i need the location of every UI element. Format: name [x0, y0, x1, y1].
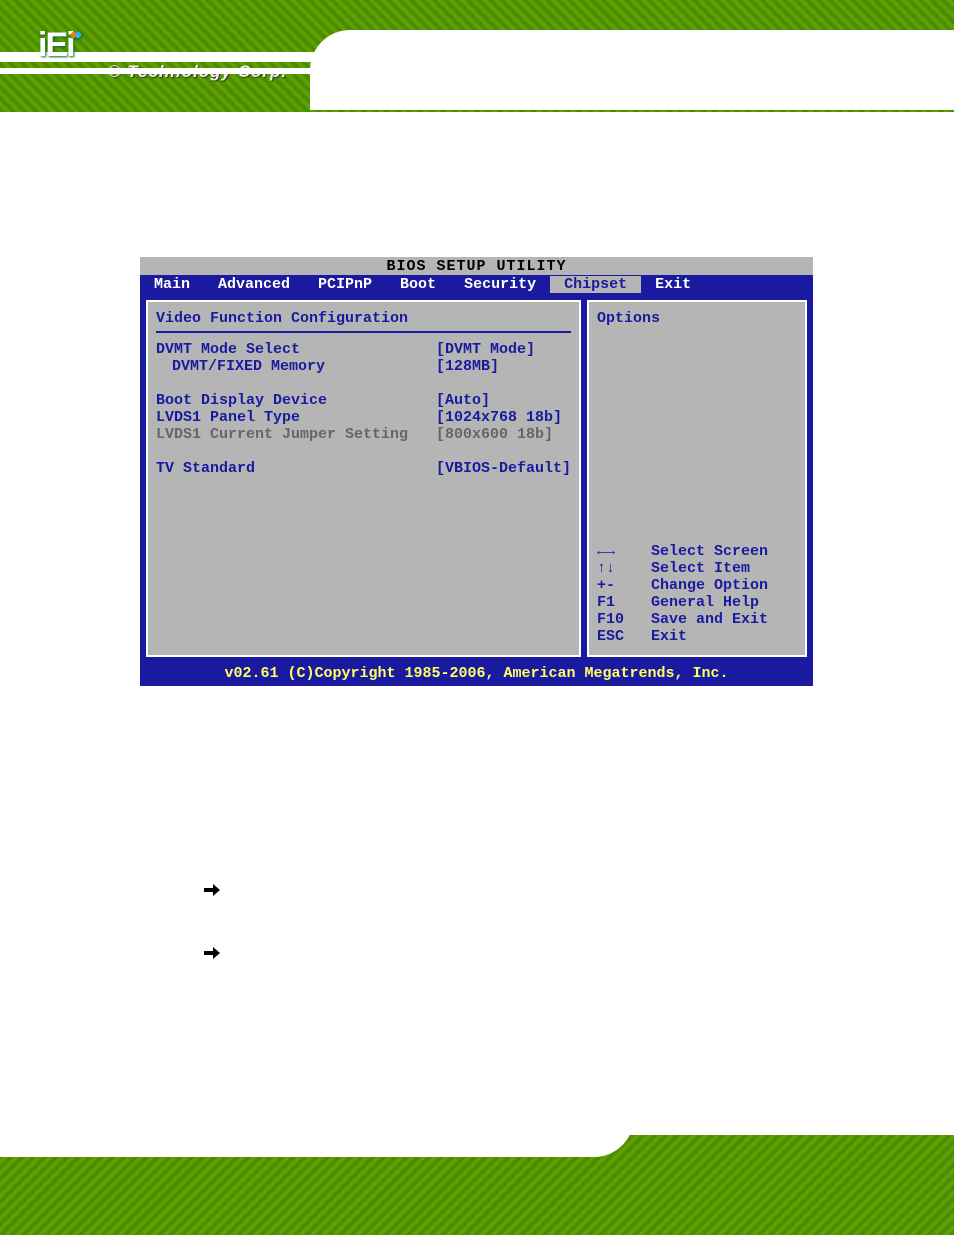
arrow-list [203, 878, 237, 1004]
logo: iEi●● [38, 26, 81, 65]
bios-tab-pcipnp[interactable]: PCIPnP [304, 276, 386, 293]
bios-title: BIOS SETUP UTILITY [140, 257, 813, 275]
logo-subtitle: ® Technology Corp. [108, 62, 287, 82]
bios-tab-security[interactable]: Security [450, 276, 550, 293]
bios-hint-key: ←→ [597, 543, 651, 560]
bios-hint-text: Change Option [651, 577, 768, 594]
arrow-right-icon [203, 881, 221, 899]
bios-hint-text: General Help [651, 594, 759, 611]
bios-setting-value: [800x600 18b] [436, 426, 553, 443]
bios-hint-key: F1 [597, 594, 651, 611]
bios-hint-key: F10 [597, 611, 651, 628]
bios-hint-row: ←→Select Screen [597, 543, 797, 560]
bios-setting-label: LVDS1 Panel Type [156, 409, 436, 426]
bios-setting-value: [1024x768 18b] [436, 409, 562, 426]
bios-tab-bar: Main Advanced PCIPnP Boot Security Chips… [140, 275, 813, 294]
bios-setting-row[interactable]: TV Standard[VBIOS-Default] [156, 460, 571, 477]
bios-divider [156, 331, 571, 333]
bios-hint-key: ↑↓ [597, 560, 651, 577]
bios-setting-row [156, 443, 571, 460]
arrow-right-icon [203, 944, 221, 962]
bios-setting-row[interactable]: DVMT Mode Select[DVMT Mode] [156, 341, 571, 358]
bios-tab-boot[interactable]: Boot [386, 276, 450, 293]
bios-setting-row[interactable]: Boot Display Device[Auto] [156, 392, 571, 409]
bios-setting-value: [VBIOS-Default] [436, 460, 571, 477]
bios-setting-label: TV Standard [156, 460, 436, 477]
bios-body: Video Function Configuration DVMT Mode S… [140, 294, 813, 663]
bios-setting-label: LVDS1 Current Jumper Setting [156, 426, 436, 443]
bios-setting-row[interactable]: LVDS1 Panel Type[1024x768 18b] [156, 409, 571, 426]
bios-tab-main[interactable]: Main [140, 276, 204, 293]
footer-curve [0, 1127, 634, 1157]
bios-setting-row [156, 375, 571, 392]
bios-hint-text: Select Item [651, 560, 750, 577]
bios-hint-text: Save and Exit [651, 611, 768, 628]
header-banner: iEi●● ® Technology Corp. [0, 0, 954, 112]
bios-hint-row: ↑↓Select Item [597, 560, 797, 577]
bios-hint-row: +-Change Option [597, 577, 797, 594]
bios-tab-chipset[interactable]: Chipset [550, 276, 641, 293]
bios-setting-value: [128MB] [436, 358, 499, 375]
bios-section-title: Video Function Configuration [156, 310, 571, 327]
bios-hint-row: F1General Help [597, 594, 797, 611]
bios-hint-text: Select Screen [651, 543, 768, 560]
bios-right-pane: Options ←→Select Screen↑↓Select Item+-Ch… [587, 300, 807, 657]
list-item [203, 941, 237, 962]
logo-text: iEi [38, 26, 74, 64]
bios-hint-row: F10Save and Exit [597, 611, 797, 628]
bios-setting-value: [DVMT Mode] [436, 341, 535, 358]
list-item [203, 878, 237, 899]
bios-hints: ←→Select Screen↑↓Select Item+-Change Opt… [597, 543, 797, 645]
header-curve [310, 30, 954, 110]
bios-tab-exit[interactable]: Exit [641, 276, 705, 293]
bios-setting-row[interactable]: DVMT/FIXED Memory[128MB] [156, 358, 571, 375]
bios-options-title: Options [597, 310, 797, 327]
logo-dot-blue-icon: ● [74, 26, 80, 42]
footer-banner [0, 1127, 954, 1235]
bios-setting-row: LVDS1 Current Jumper Setting[800x600 18b… [156, 426, 571, 443]
bios-tab-advanced[interactable]: Advanced [204, 276, 304, 293]
bios-hint-key: +- [597, 577, 651, 594]
bios-setting-label: Boot Display Device [156, 392, 436, 409]
bios-screenshot: BIOS SETUP UTILITY Main Advanced PCIPnP … [140, 257, 813, 686]
bios-hint-row: ESCExit [597, 628, 797, 645]
bios-hint-key: ESC [597, 628, 651, 645]
bios-setting-label: DVMT/FIXED Memory [156, 358, 436, 375]
bios-hint-text: Exit [651, 628, 687, 645]
bios-footer: v02.61 (C)Copyright 1985-2006, American … [140, 663, 813, 686]
bios-left-pane: Video Function Configuration DVMT Mode S… [146, 300, 581, 657]
bios-setting-label: DVMT Mode Select [156, 341, 436, 358]
bios-setting-value: [Auto] [436, 392, 490, 409]
